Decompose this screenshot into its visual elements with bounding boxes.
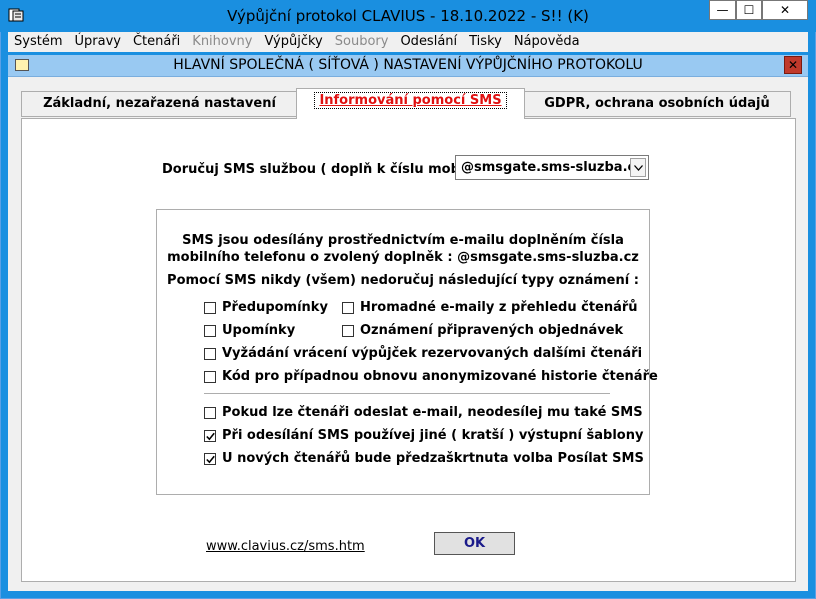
checkbox-label: Při odesílání SMS používej jiné ( kratší… — [222, 428, 644, 443]
sms-options-group: SMS jsou odesílány prostřednictvím e-mai… — [156, 209, 658, 495]
help-link[interactable]: www.clavius.cz/sms.htm — [206, 539, 365, 554]
checkbox-box[interactable] — [342, 302, 354, 314]
never-heading: Pomocí SMS nikdy (všem) nedoručuj násled… — [167, 273, 639, 288]
info-line-1: SMS jsou odesílány prostřednictvím e-mai… — [182, 233, 624, 248]
tab-gdpr[interactable]: GDPR, ochrana osobních údajů — [523, 91, 791, 117]
close-icon: ✕ — [779, 3, 791, 17]
dialog-title: HLAVNÍ SPOLEČNÁ ( SÍŤOVÁ ) NASTAVENÍ VÝP… — [173, 57, 643, 73]
menu-system[interactable]: Systém — [8, 32, 68, 49]
checkbox-label: Vyžádání vrácení výpůjček rezervovaných … — [222, 346, 643, 361]
menu-tisky[interactable]: Tisky — [463, 32, 508, 49]
checkbox-label: Oznámení připravených objednávek — [360, 323, 624, 338]
menu-knihovny[interactable]: Knihovny — [186, 32, 258, 49]
checkbox-label: U nových čtenářů bude předzaškrtnuta vol… — [222, 451, 644, 466]
menu-napoveda[interactable]: Nápověda — [508, 32, 586, 49]
tab-zakladni[interactable]: Základní, nezařazená nastavení — [21, 91, 298, 117]
dialog-title-bar: HLAVNÍ SPOLEČNÁ ( SÍŤOVÁ ) NASTAVENÍ VÝP… — [8, 55, 808, 77]
maximize-icon: ☐ — [743, 3, 755, 17]
minimize-button[interactable]: — — [709, 0, 736, 20]
checkbox-box[interactable] — [204, 325, 216, 337]
dropdown-button[interactable] — [630, 158, 646, 177]
chevron-down-icon — [634, 165, 643, 171]
menu-upravy[interactable]: Úpravy — [68, 32, 126, 49]
checkbox-box[interactable] — [204, 430, 216, 442]
dialog-close-button[interactable]: ✕ — [784, 56, 802, 74]
checkbox-box[interactable] — [204, 407, 216, 419]
minimize-icon: — — [716, 3, 729, 17]
checkbox-box[interactable] — [204, 302, 216, 314]
checkbox-box[interactable] — [204, 371, 216, 383]
close-icon: ✕ — [787, 58, 799, 72]
checkbox-label: Upomínky — [222, 323, 296, 338]
sms-settings-panel: Doručuj SMS službou ( doplň k číslu mobi… — [21, 118, 796, 582]
ok-button[interactable]: OK — [434, 532, 515, 555]
checkbox-label: Kód pro případnou obnovu anonymizované h… — [222, 369, 658, 384]
checkmark-icon — [206, 455, 215, 464]
tab-sms[interactable]: Informování pomocí SMS — [296, 88, 525, 119]
sms-service-select[interactable]: @smsgate.sms-sluzba.cz — [455, 155, 649, 180]
menu-bar: Systém Úpravy Čtenáři Knihovny Výpůjčky Soubo… — [8, 32, 808, 52]
checkbox-box[interactable] — [204, 453, 216, 465]
checkmark-icon — [206, 432, 215, 441]
info-line-2: mobilního telefonu o zvolený doplněk : @… — [167, 250, 639, 265]
tab-sms-label: Informování pomocí SMS — [314, 92, 507, 109]
menu-ctenari[interactable]: Čtenáři — [127, 32, 186, 49]
checkbox-label: Hromadné e-maily z přehledu čtenářů — [360, 300, 638, 315]
menu-vypujcky[interactable]: Výpůjčky — [259, 32, 329, 49]
maximize-button[interactable]: ☐ — [736, 0, 762, 20]
menu-soubory[interactable]: Soubory — [329, 32, 395, 49]
separator — [204, 393, 610, 394]
checkbox-box[interactable] — [342, 325, 354, 337]
checkbox-box[interactable] — [204, 348, 216, 360]
deliver-label: Doručuj SMS službou ( doplň k číslu mobi… — [162, 162, 499, 177]
checkbox-label: Předupomínky — [222, 300, 328, 315]
title-bar[interactable]: Výpůjční protokol CLAVIUS - 18.10.2022 -… — [0, 0, 816, 32]
menu-odeslani[interactable]: Odeslání — [394, 32, 463, 49]
checkbox-label: Pokud lze čtenáři odeslat e-mail, neodes… — [222, 405, 643, 420]
close-button[interactable]: ✕ — [762, 0, 808, 20]
sms-service-value: @smsgate.sms-sluzba.cz — [461, 160, 643, 175]
dialog-client: Základní, nezařazená nastavení Informová… — [8, 77, 808, 591]
window-title: Výpůjční protokol CLAVIUS - 18.10.2022 -… — [227, 7, 589, 25]
